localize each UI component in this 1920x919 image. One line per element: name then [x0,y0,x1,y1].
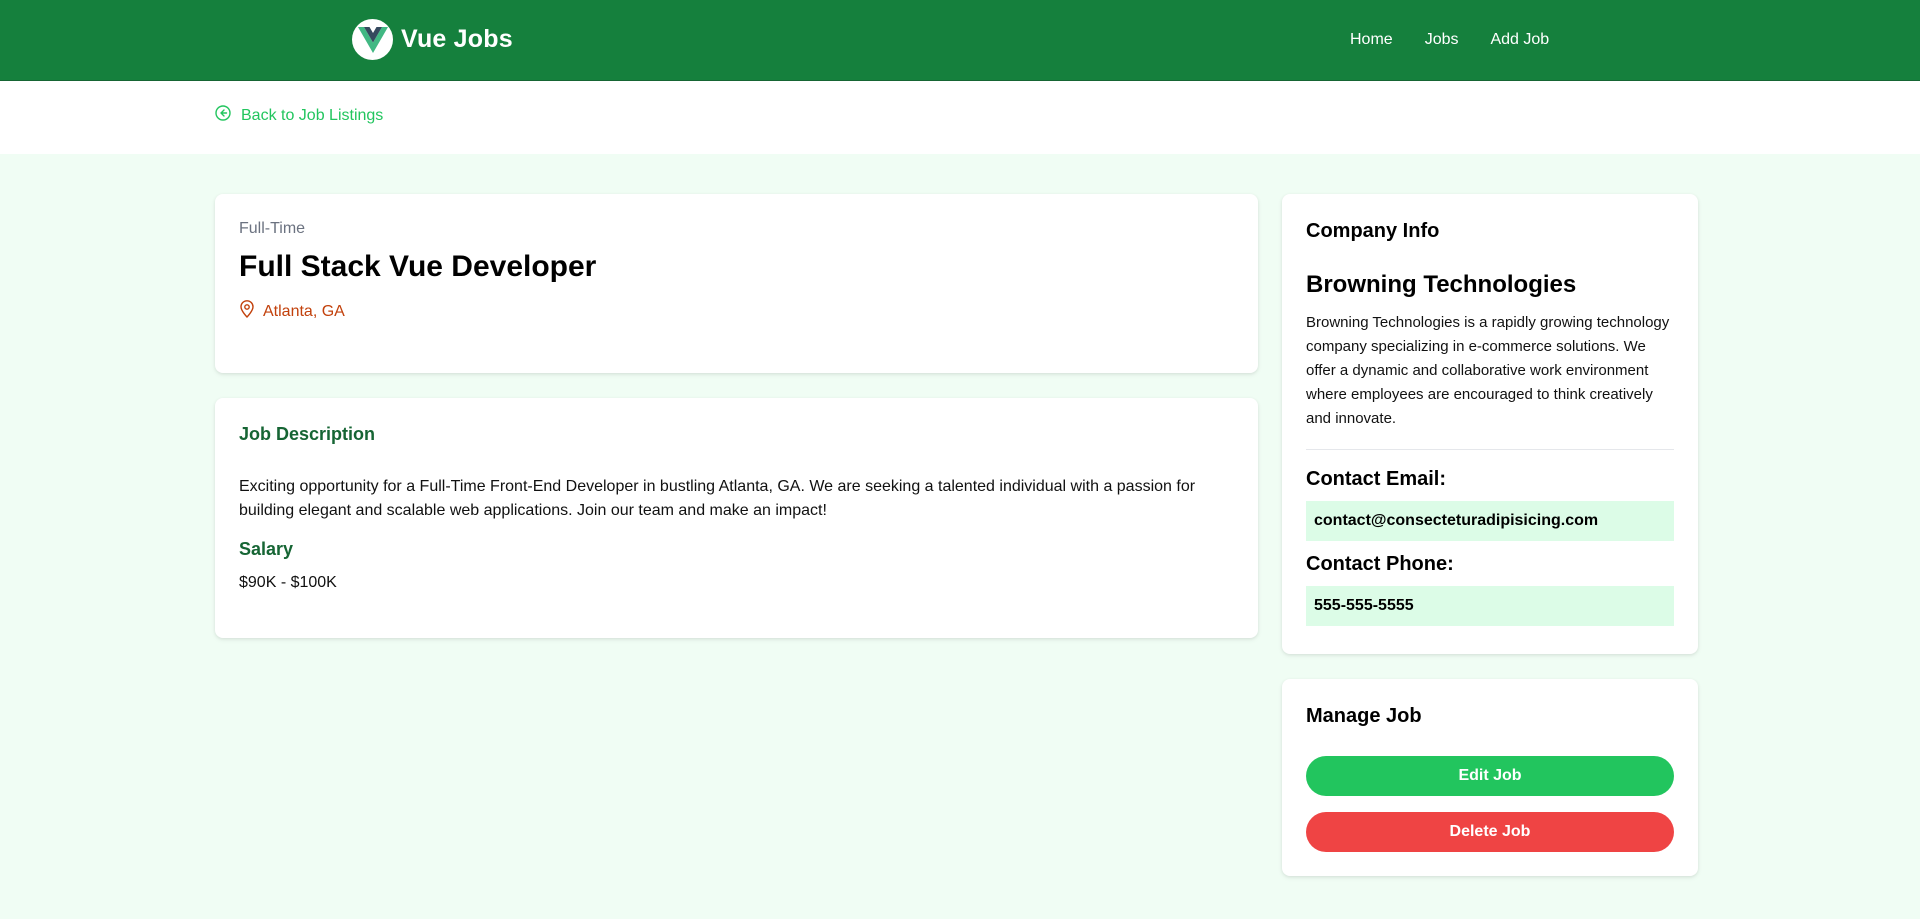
job-type: Full-Time [239,220,306,237]
job-header-card: Full-Time Full Stack Vue Developer Atlan… [215,194,1258,373]
contact-email-value: contact@consecteturadipisicing.com [1306,501,1674,541]
contact-email-label: Contact Email: [1306,468,1447,490]
job-location: Atlanta, GA [239,300,1234,323]
description-heading: Job Description [239,424,376,444]
company-name: Browning Technologies [1306,271,1577,298]
edit-job-button[interactable]: Edit Job [1306,756,1674,796]
company-description: Browning Technologies is a rapidly growi… [1306,314,1670,427]
main-nav: Home Jobs Add Job [1338,27,1561,53]
manage-job-card: Manage Job Edit Job Delete Job [1282,679,1698,876]
navbar: Vue Jobs Home Jobs Add Job [0,0,1920,81]
job-location-text: Atlanta, GA [263,302,345,320]
company-info-card: Company Info Browning Technologies Brown… [1282,194,1698,654]
manage-job-heading: Manage Job [1306,705,1422,727]
divider [1306,449,1674,450]
brand-link[interactable]: Vue Jobs [352,19,513,60]
back-bar: Back to Job Listings [0,81,1920,154]
salary-heading: Salary [239,539,294,559]
nav-link-home[interactable]: Home [1338,27,1405,53]
map-marker-icon [239,300,255,323]
nav-link-jobs[interactable]: Jobs [1413,27,1471,53]
contact-phone-value: 555-555-5555 [1306,586,1674,626]
back-link-label: Back to Job Listings [241,106,384,124]
vue-logo-icon [352,19,393,60]
description-text: Exciting opportunity for a Full-Time Fro… [239,478,1196,519]
job-detail-content: Full-Time Full Stack Vue Developer Atlan… [0,154,1920,919]
salary-value: $90K - $100K [239,574,337,591]
job-title: Full Stack Vue Developer [239,250,597,283]
back-to-listings-link[interactable]: Back to Job Listings [215,105,383,126]
arrow-left-circle-icon [215,105,231,126]
nav-link-add-job[interactable]: Add Job [1478,27,1561,53]
job-description-card: Job Description Exciting opportunity for… [215,398,1258,638]
delete-job-button[interactable]: Delete Job [1306,812,1674,852]
contact-phone-label: Contact Phone: [1306,553,1454,575]
brand-name: Vue Jobs [401,25,513,53]
company-info-heading: Company Info [1306,220,1440,242]
